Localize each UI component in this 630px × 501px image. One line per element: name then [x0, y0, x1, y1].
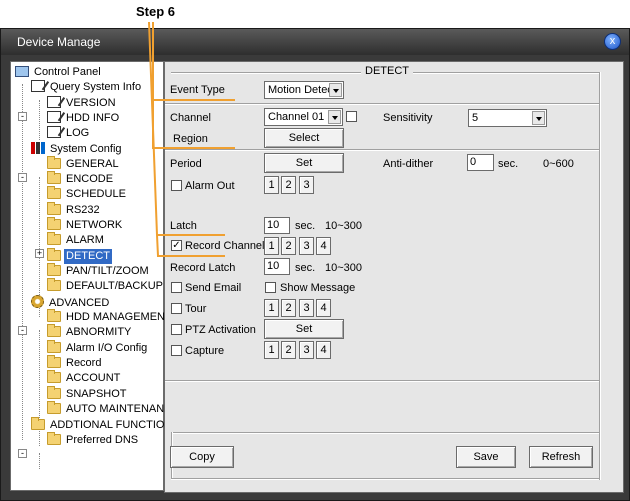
step-annotation-lines [148, 21, 235, 257]
